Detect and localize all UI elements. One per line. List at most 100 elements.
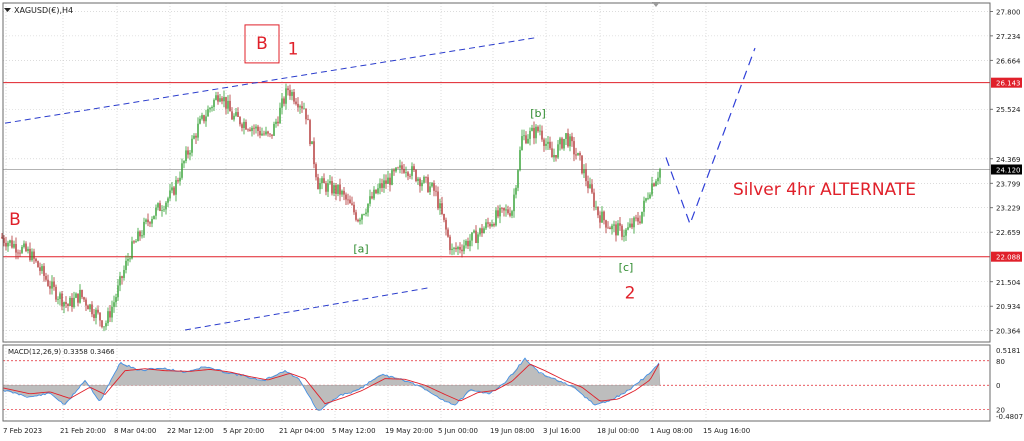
candle-body bbox=[483, 228, 485, 234]
candle-body bbox=[217, 95, 219, 102]
wave-label: B bbox=[9, 210, 21, 230]
candle-body bbox=[23, 243, 25, 247]
candle-body bbox=[507, 209, 509, 214]
candle-body bbox=[271, 134, 273, 136]
candle-body bbox=[131, 241, 133, 259]
candle-body bbox=[581, 155, 583, 174]
candle-body bbox=[651, 183, 653, 195]
macd-max-label: 0.5181 bbox=[996, 347, 1021, 355]
candle-body bbox=[383, 180, 385, 188]
y-tick-label: 27.234 bbox=[996, 33, 1021, 41]
candle-body bbox=[9, 240, 11, 243]
candle-body bbox=[431, 183, 433, 187]
x-tick-label: 5 Apr 20:00 bbox=[223, 427, 264, 435]
candle-body bbox=[243, 121, 245, 128]
x-tick-label: 19 May 20:00 bbox=[385, 427, 433, 435]
candle-body bbox=[487, 222, 489, 224]
x-tick-label: 5 Jun 00:00 bbox=[438, 427, 478, 435]
candle-body bbox=[289, 90, 291, 96]
candle-body bbox=[577, 152, 579, 156]
candle-body bbox=[543, 139, 545, 146]
candle-body bbox=[299, 106, 301, 108]
candle-body bbox=[161, 210, 163, 211]
candle-body bbox=[603, 211, 605, 221]
candle-body bbox=[55, 286, 57, 300]
candle-body bbox=[347, 199, 349, 201]
candle-body bbox=[95, 309, 97, 318]
candle-body bbox=[327, 183, 329, 192]
candle-body bbox=[203, 115, 205, 122]
candle-body bbox=[287, 88, 289, 91]
candle-body bbox=[625, 229, 627, 236]
candle-body bbox=[419, 178, 421, 187]
candle-body bbox=[341, 190, 343, 195]
candle-body bbox=[51, 281, 53, 289]
candle-body bbox=[567, 133, 569, 147]
candle-body bbox=[277, 121, 279, 124]
candle-body bbox=[599, 215, 601, 223]
candle-body bbox=[233, 115, 235, 120]
candle-body bbox=[623, 235, 625, 237]
candle-body bbox=[253, 127, 255, 129]
candle-body bbox=[467, 240, 469, 247]
macd-title: MACD(12,26,9) 0.3358 0.3466 bbox=[8, 348, 115, 356]
candle-body bbox=[301, 106, 303, 109]
candle-body bbox=[261, 133, 263, 136]
candle-body bbox=[87, 305, 89, 310]
candle-body bbox=[117, 285, 119, 298]
candle-body bbox=[621, 225, 623, 237]
candle-body bbox=[511, 211, 513, 216]
candle-body bbox=[389, 177, 391, 185]
candle-body bbox=[111, 306, 113, 318]
candle-body bbox=[459, 246, 461, 250]
candle-body bbox=[265, 131, 267, 135]
candle-body bbox=[415, 169, 417, 181]
candle-body bbox=[109, 311, 111, 318]
wave-label: [b] bbox=[530, 107, 546, 120]
x-tick-label: 3 Jul 16:00 bbox=[543, 427, 581, 435]
candle-body bbox=[105, 323, 107, 327]
candle-body bbox=[209, 108, 211, 110]
candle-body bbox=[229, 100, 231, 112]
candle-body bbox=[367, 203, 369, 213]
candle-body bbox=[85, 299, 87, 306]
candle-body bbox=[633, 217, 635, 228]
candle-body bbox=[71, 297, 73, 307]
candle-body bbox=[371, 196, 373, 199]
candle-body bbox=[237, 112, 239, 117]
candle-body bbox=[225, 97, 227, 109]
candle-body bbox=[247, 129, 249, 131]
candle-body bbox=[15, 243, 17, 253]
candle-body bbox=[423, 176, 425, 183]
candle-body bbox=[593, 192, 595, 207]
candle-body bbox=[29, 248, 31, 261]
current-price-badge-label: 24.120 bbox=[996, 166, 1021, 174]
candle-body bbox=[35, 258, 37, 262]
candle-body bbox=[469, 240, 471, 247]
candle-body bbox=[199, 118, 201, 124]
candle-body bbox=[123, 269, 125, 278]
candle-body bbox=[645, 198, 647, 201]
candle-body bbox=[183, 161, 185, 164]
candle-body bbox=[83, 297, 85, 300]
candle-body bbox=[77, 293, 79, 303]
candle-body bbox=[557, 144, 559, 158]
candle-body bbox=[455, 247, 457, 250]
candle-body bbox=[169, 190, 171, 199]
candle-body bbox=[65, 302, 67, 305]
candle-body bbox=[5, 242, 7, 247]
candle-body bbox=[249, 129, 251, 131]
candle-body bbox=[549, 141, 551, 149]
candle-body bbox=[519, 150, 521, 171]
x-tick-label: 7 Feb 2023 bbox=[3, 427, 42, 435]
candle-body bbox=[151, 219, 153, 224]
candle-body bbox=[189, 152, 191, 155]
candle-body bbox=[193, 135, 195, 139]
candle-body bbox=[57, 298, 59, 300]
candle-body bbox=[197, 123, 199, 138]
candle-body bbox=[135, 241, 137, 243]
candle-body bbox=[257, 126, 259, 131]
trading-chart[interactable]: B 1B[a][b][c]2 XAGUSD(€),H4 Silver 4hr AL… bbox=[0, 0, 1024, 441]
candle-body bbox=[67, 304, 69, 306]
x-tick-label: 18 Jul 00:00 bbox=[597, 427, 639, 435]
